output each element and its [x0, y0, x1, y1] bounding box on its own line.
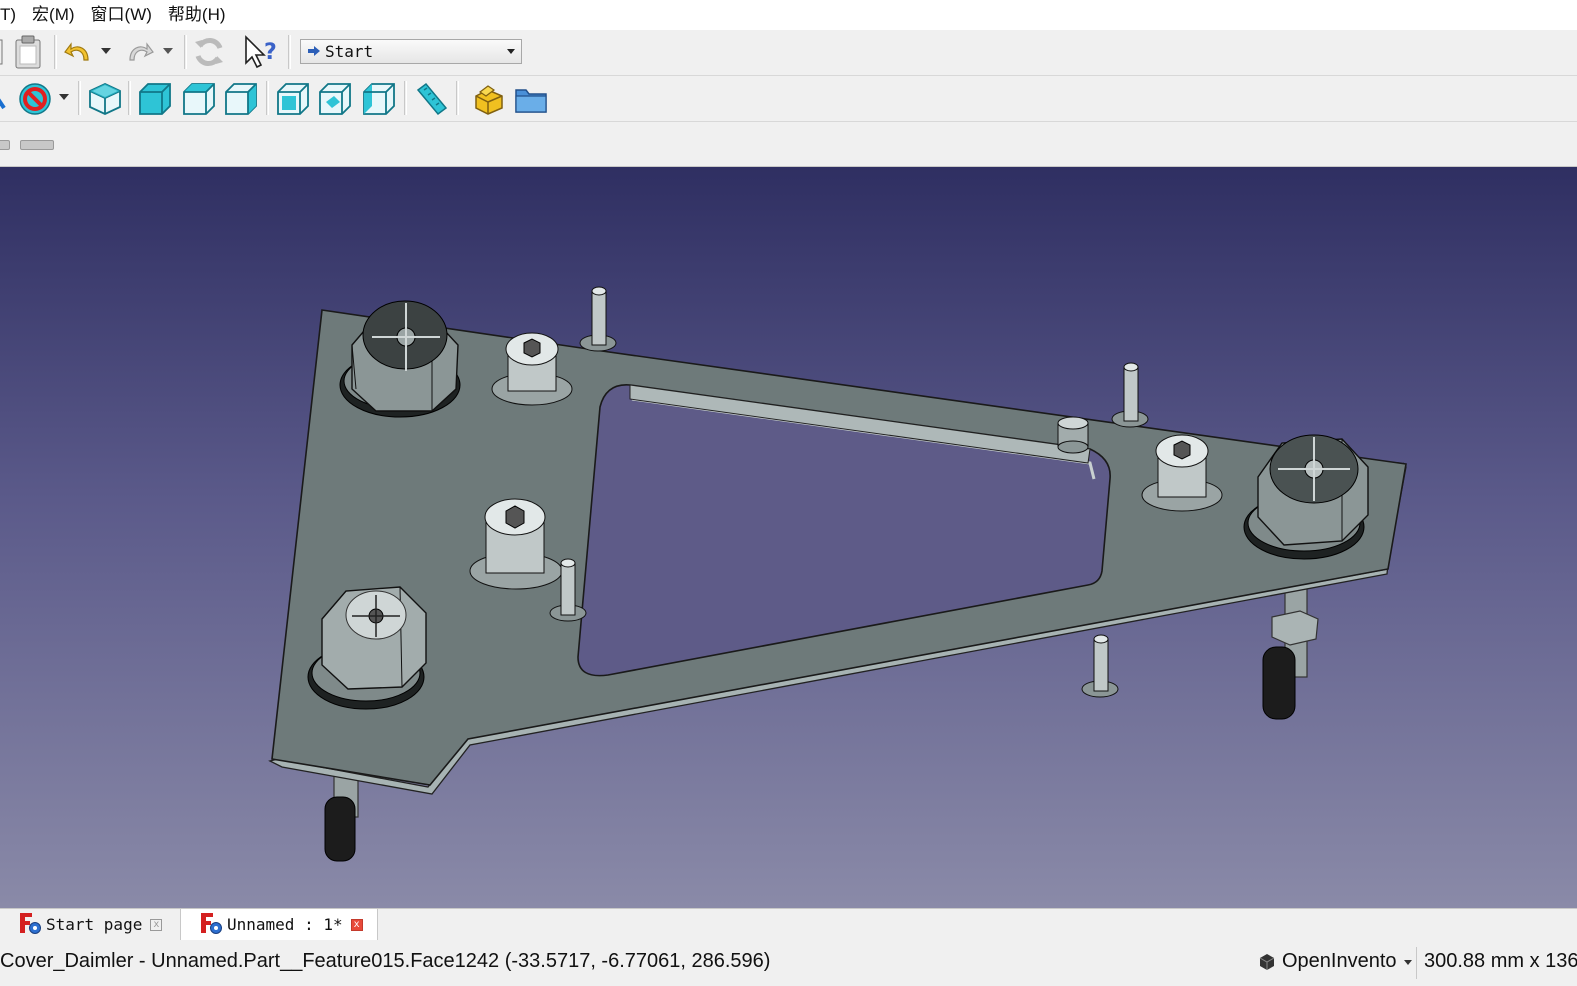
toolbar-handle[interactable]	[20, 140, 54, 150]
svg-text:?: ?	[264, 40, 277, 65]
view-left-icon[interactable]	[360, 80, 398, 118]
small-cap	[1057, 416, 1089, 454]
stud-bottom-right	[1262, 586, 1319, 720]
toolbar-separator	[128, 81, 131, 115]
tab-start-page[interactable]: Start page x	[18, 909, 163, 940]
toolbar-handle[interactable]	[0, 140, 10, 150]
toolbar-separator	[404, 81, 407, 115]
toolbar-edit: ? Start	[0, 30, 1577, 76]
menu-window[interactable]: 窗口(W)	[83, 0, 160, 30]
close-icon[interactable]: x	[150, 918, 163, 931]
menu-macro[interactable]: 宏(M)	[24, 0, 82, 30]
paste-icon[interactable]	[12, 34, 44, 70]
dimension-readout: 300.88 mm x 136	[1424, 950, 1577, 972]
view-right-icon[interactable]	[222, 80, 260, 118]
create-group-icon[interactable]	[512, 80, 550, 118]
undo-dropdown-icon[interactable]	[100, 46, 112, 56]
tab-label: Unnamed : 1*	[227, 915, 343, 934]
menu-help[interactable]: 帮助(H)	[160, 0, 234, 30]
whats-this-icon[interactable]: ?	[240, 33, 280, 71]
chevron-down-icon	[1403, 959, 1412, 965]
redo-icon[interactable]	[124, 36, 156, 68]
draw-style-dropdown-icon[interactable]	[58, 92, 70, 102]
pin-top-left	[579, 286, 617, 352]
copy-icon[interactable]	[0, 36, 6, 68]
measure-icon[interactable]	[412, 80, 450, 118]
toolbar-separator	[266, 81, 269, 115]
toolbar-separator	[78, 81, 81, 115]
redo-dropdown-icon[interactable]	[162, 46, 174, 56]
3d-viewport[interactable]	[0, 167, 1577, 908]
tab-label: Start page	[46, 915, 143, 934]
cad-model	[268, 286, 1407, 862]
navigation-style-label: OpenInvento	[1282, 950, 1397, 972]
toolbar-separator	[184, 35, 187, 69]
tab-unnamed[interactable]: Unnamed : 1* x	[180, 909, 378, 940]
refresh-icon[interactable]	[192, 34, 226, 70]
toolbar-separator	[288, 35, 291, 69]
status-separator	[1416, 947, 1417, 979]
workbench-selector[interactable]: Start	[300, 39, 522, 64]
view-bottom-icon[interactable]	[316, 80, 354, 118]
undo-icon[interactable]	[62, 36, 94, 68]
navigation-style-selector[interactable]: OpenInvento	[1258, 950, 1413, 973]
create-part-icon[interactable]	[470, 80, 508, 118]
toolbar-separator	[54, 35, 57, 69]
pin-top-right	[1111, 362, 1149, 428]
view-isometric-icon[interactable]	[86, 80, 124, 118]
document-tab-bar: Start page x Unnamed : 1* x	[0, 908, 1577, 941]
cube-icon	[1259, 953, 1275, 970]
view-rear-icon[interactable]	[274, 80, 312, 118]
view-fit-icon[interactable]	[0, 84, 8, 114]
chevron-down-icon	[507, 49, 515, 54]
draw-style-icon[interactable]	[16, 80, 54, 118]
view-top-icon[interactable]	[180, 80, 218, 118]
freecad-document-icon	[199, 911, 223, 939]
close-icon[interactable]: x	[350, 918, 363, 931]
freecad-document-icon	[18, 911, 42, 939]
workbench-selector-value: Start	[325, 42, 374, 61]
menu-bar: T) 宏(M) 窗口(W) 帮助(H)	[0, 0, 1577, 30]
status-message: Cover_Daimler - Unnamed.Part__Feature015…	[0, 950, 771, 972]
toolbar-extra	[0, 122, 1577, 167]
view-front-icon[interactable]	[136, 80, 174, 118]
menu-tools[interactable]: T)	[0, 0, 24, 30]
arrow-right-icon	[307, 42, 321, 61]
status-bar: Cover_Daimler - Unnamed.Part__Feature015…	[0, 941, 1577, 986]
pin-bottom	[1081, 634, 1119, 698]
toolbar-separator	[456, 81, 459, 115]
toolbar-view	[0, 76, 1577, 122]
